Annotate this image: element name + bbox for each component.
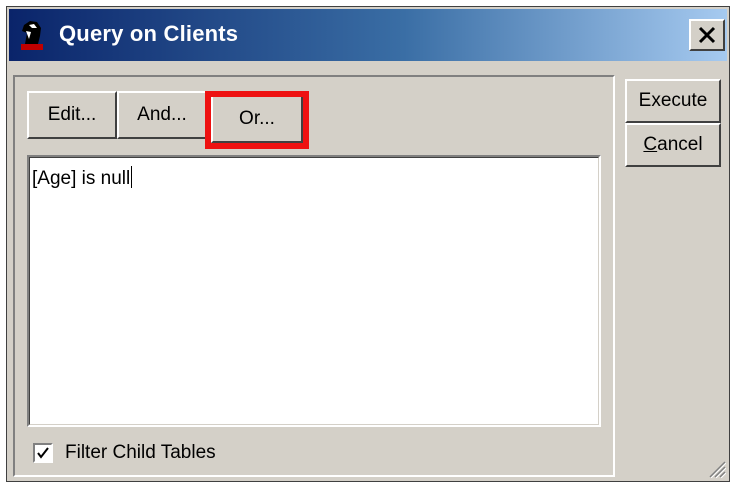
cancel-label-rest: ancel — [657, 134, 703, 155]
cancel-button[interactable]: Cancel — [625, 123, 721, 167]
close-button[interactable] — [689, 19, 725, 51]
edit-button[interactable]: Edit... — [27, 91, 117, 139]
title-bar[interactable]: Query on Clients — [9, 9, 727, 61]
query-text-value: [Age] is null — [32, 168, 131, 189]
filter-child-tables-checkbox[interactable] — [33, 443, 53, 463]
query-editor-frame: [Age] is null — [29, 157, 599, 425]
query-text: [Age] is null — [32, 166, 133, 190]
query-editor[interactable]: [Age] is null — [27, 155, 601, 427]
query-dialog: Query on Clients Edit... And... Or... [A… — [6, 6, 730, 482]
text-caret — [131, 166, 133, 188]
and-button[interactable]: And... — [117, 91, 207, 139]
filter-child-tables-label: Filter Child Tables — [65, 442, 216, 463]
resize-grip-icon[interactable] — [706, 458, 727, 479]
or-button-highlight — [205, 91, 309, 149]
execute-button[interactable]: Execute — [625, 79, 721, 123]
window-title: Query on Clients — [59, 21, 239, 46]
app-chess-knight-icon — [17, 19, 47, 51]
cancel-accelerator: C — [643, 134, 658, 155]
